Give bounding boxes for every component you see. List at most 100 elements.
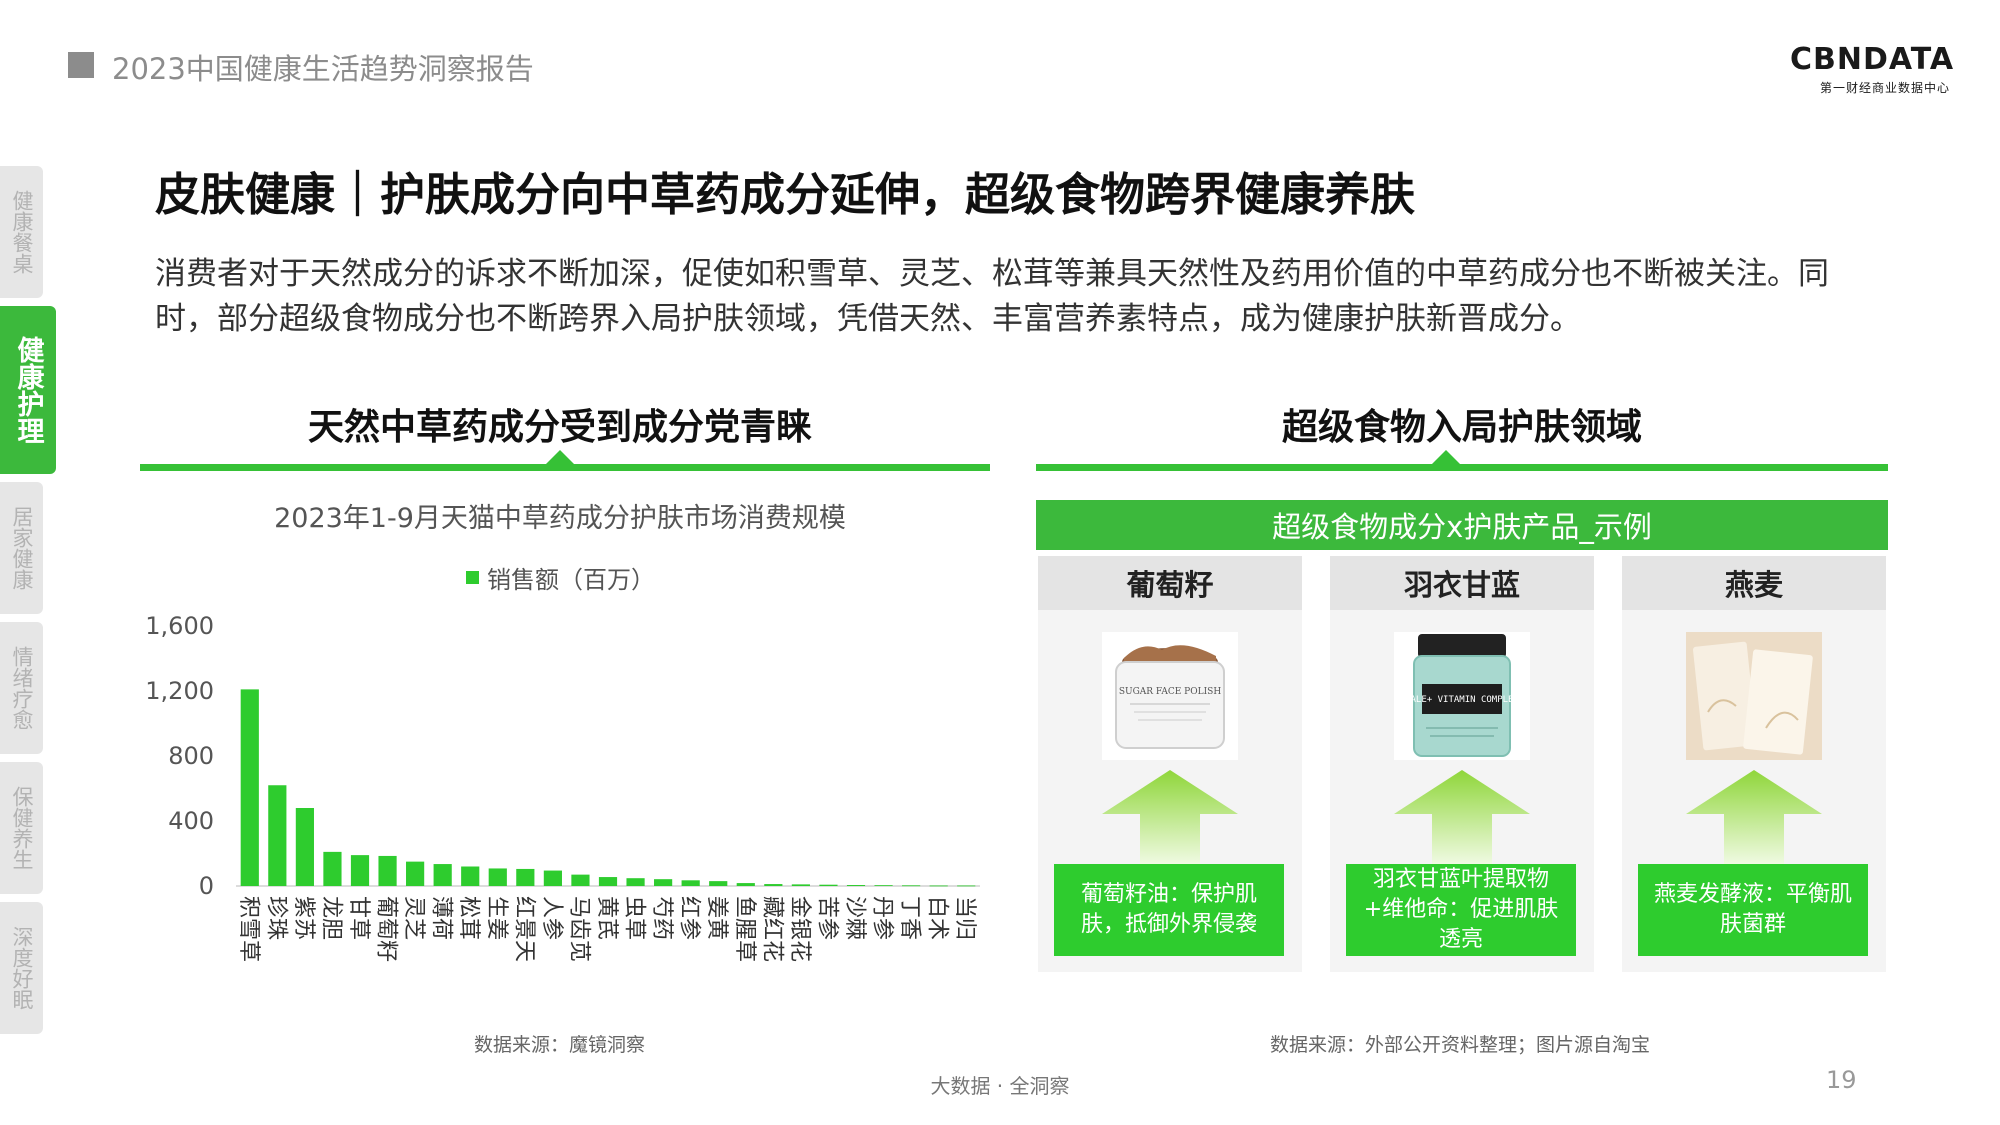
x-category-label: 生姜 — [484, 896, 509, 940]
x-category-label: 当归 — [952, 896, 977, 940]
bar — [516, 868, 535, 886]
page-number: 19 — [1826, 1066, 1857, 1094]
card-description: 葡萄籽油：保护肌肤，抵御外界侵袭 — [1054, 864, 1284, 956]
x-category-label: 金银花 — [787, 896, 812, 962]
kale-product-image: KALE+ VITAMIN COMPLEX — [1394, 632, 1530, 760]
x-category-label: 紫苏 — [291, 896, 316, 940]
x-category-label: 沙棘 — [842, 896, 867, 940]
right-data-source: 数据来源：外部公开资料整理；图片源自淘宝 — [1270, 1034, 1651, 1056]
chart-title: 2023年1-9月天猫中草药成分护肤市场消费规模 — [274, 503, 846, 534]
bar — [433, 864, 452, 886]
oat-product-image — [1686, 632, 1822, 760]
card-title: 葡萄籽 — [1038, 556, 1302, 610]
card-oat: 燕麦 燕麦发酵液：平衡肌肤菌群 — [1622, 556, 1886, 972]
right-section-divider — [1036, 464, 1888, 471]
y-tick-label: 400 — [168, 807, 214, 835]
bar — [571, 874, 590, 886]
nav-tab-health-care[interactable]: 健康护理 — [0, 306, 56, 474]
grape-seed-product-image: SUGAR FACE POLISH — [1102, 632, 1238, 760]
x-category-label: 马齿苋 — [566, 896, 591, 962]
report-title: 2023中国健康生活趋势洞察报告 — [112, 52, 534, 86]
bar — [874, 885, 893, 886]
superfood-banner: 超级食物成分x护肤产品_示例 — [1036, 500, 1888, 550]
up-arrow-icon — [1394, 770, 1530, 866]
x-category-label: 虫草 — [622, 896, 647, 940]
x-category-label: 白术 — [925, 896, 950, 940]
card-title: 燕麦 — [1622, 556, 1886, 610]
bar — [791, 884, 810, 886]
bar — [626, 878, 645, 886]
bar — [461, 866, 480, 886]
bar — [543, 870, 562, 886]
bar — [846, 885, 866, 886]
bar — [654, 879, 673, 886]
x-category-label: 黄芪 — [594, 896, 619, 940]
bar — [406, 861, 425, 886]
up-arrow-icon — [1686, 770, 1822, 866]
intro-paragraph: 消费者对于天然成分的诉求不断加深，促使如积雪草、灵芝、松茸等兼具天然性及药用价值… — [155, 256, 1829, 337]
x-category-label: 松茸 — [456, 896, 481, 940]
x-category-label: 芍药 — [649, 896, 674, 940]
logo-sub-text: 第一财经商业数据中心 — [1819, 81, 1950, 95]
bar-chart: 04008001,2001,600积雪草 珍珠 紫苏 龙胆 甘草 葡萄籽 灵芝 薄荷 松茸 生姜红… — [145, 612, 980, 962]
x-category-label: 灵芝 — [401, 896, 426, 940]
nav-tab-emotional-healing[interactable]: 情绪疗愈 — [0, 622, 43, 754]
bar — [764, 884, 783, 886]
cbndata-logo: CBNDATA 第一财经商业数据中心 — [1790, 42, 1955, 96]
left-section-title: 天然中草药成分受到成分党青睐 — [307, 407, 812, 448]
bar — [902, 885, 921, 887]
bar — [929, 885, 948, 887]
left-data-source: 数据来源：魔镜洞察 — [474, 1034, 646, 1056]
x-category-label: 甘草 — [346, 896, 371, 940]
nav-tab-home-health[interactable]: 居家健康 — [0, 482, 43, 614]
x-category-label: 葡萄籽 — [374, 896, 399, 962]
left-section-divider — [140, 464, 990, 471]
bar — [709, 881, 728, 886]
bar — [268, 785, 287, 886]
x-category-label: 积雪草 — [236, 896, 261, 962]
x-category-label: 龙胆 — [318, 896, 343, 940]
bar — [323, 851, 342, 886]
nav-tab-healthy-dining[interactable]: 健康餐桌 — [0, 166, 43, 298]
x-category-label: 鱼腥草 — [732, 896, 757, 962]
x-category-label: 藏红花 — [759, 896, 784, 962]
card-title: 羽衣甘蓝 — [1330, 556, 1594, 610]
x-category-label: 人参 — [539, 896, 564, 940]
x-category-label: 丁香 — [897, 896, 922, 940]
up-arrow-icon — [1102, 770, 1238, 866]
x-category-label: 薄荷 — [429, 896, 454, 940]
bar — [681, 880, 700, 886]
y-tick-label: 1,600 — [145, 612, 214, 640]
logo-main-text: CBNDATA — [1790, 42, 1955, 77]
x-category-label: 丹参 — [870, 896, 895, 940]
chart-legend: 销售额（百万） — [466, 560, 655, 595]
bar — [378, 855, 397, 886]
card-description: 燕麦发酵液：平衡肌肤菌群 — [1638, 864, 1868, 956]
x-category-label: 红景天 — [511, 896, 536, 962]
legend-swatch — [466, 571, 479, 584]
bar — [295, 808, 314, 886]
card-grape-seed: 葡萄籽 SUGAR FACE POLISH 葡萄籽油：保护肌肤，抵御外界侵袭 — [1038, 556, 1302, 972]
legend-label: 销售额（百万） — [487, 566, 655, 594]
bar — [240, 689, 259, 886]
footer-slogan: 大数据 · 全洞察 — [930, 1074, 1070, 1098]
x-category-label: 苦参 — [814, 896, 839, 940]
bar — [736, 883, 755, 886]
card-description: 羽衣甘蓝叶提取物+维他命：促进肌肤透亮 — [1346, 864, 1576, 956]
bar — [819, 884, 838, 886]
y-tick-label: 800 — [168, 742, 214, 770]
bar — [957, 885, 976, 887]
y-tick-label: 0 — [199, 872, 214, 900]
bar — [350, 855, 370, 886]
bar — [598, 877, 618, 886]
nav-tab-deep-sleep[interactable]: 深度好眠 — [0, 902, 43, 1034]
x-category-label: 红参 — [677, 896, 702, 940]
page-title: 皮肤健康｜护肤成分向中草药成分延伸，超级食物跨界健康养肤 — [155, 168, 1416, 221]
x-category-label: 姜黄 — [704, 896, 729, 940]
kale-product-label: KALE+ VITAMIN COMPLEX — [1405, 695, 1519, 705]
nav-tab-wellness[interactable]: 保健养生 — [0, 762, 43, 894]
card-kale: 羽衣甘蓝 KALE+ VITAMIN COMPLEX 羽衣甘蓝叶提取物+维他命：… — [1330, 556, 1594, 972]
x-category-label: 珍珠 — [263, 896, 288, 940]
bar — [488, 868, 507, 886]
right-section-title: 超级食物入局护肤领域 — [1281, 407, 1642, 448]
